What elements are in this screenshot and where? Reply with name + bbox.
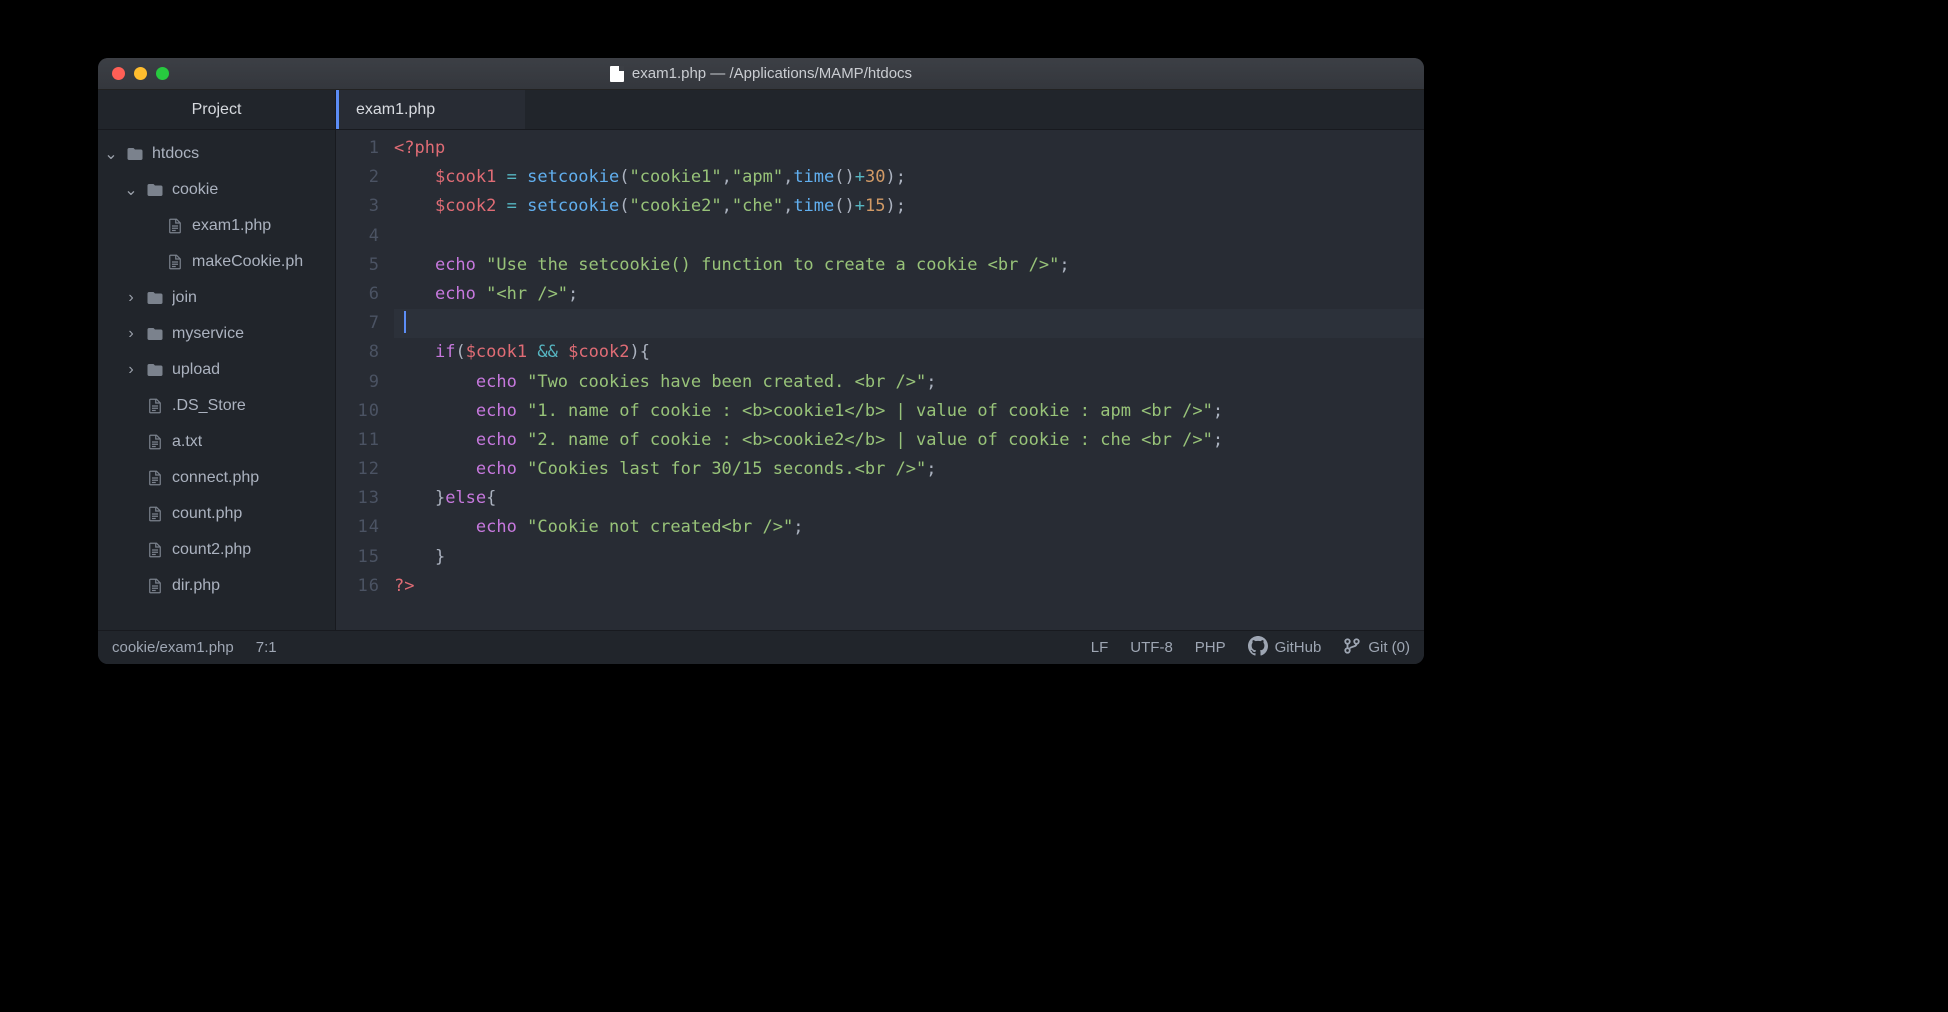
folder-icon <box>146 361 164 379</box>
tree-file[interactable]: connect.php <box>98 460 335 496</box>
status-git[interactable]: Git (0) <box>1343 637 1410 659</box>
folder-icon <box>146 289 164 307</box>
file-icon <box>146 469 164 487</box>
code-line[interactable]: echo "<hr />"; <box>394 280 1424 309</box>
code-line[interactable] <box>394 309 1424 338</box>
code-line[interactable]: echo "Cookie not created<br />"; <box>394 513 1424 542</box>
tree-folder[interactable]: › join <box>98 280 335 316</box>
line-gutter: 12345678910111213141516 <box>336 130 394 630</box>
tree-file[interactable]: a.txt <box>98 424 335 460</box>
code-line[interactable]: } <box>394 543 1424 572</box>
tree-item-label: a.txt <box>172 433 202 451</box>
editor-window: exam1.php — /Applications/MAMP/htdocs Pr… <box>98 58 1424 664</box>
tree-item-label: count.php <box>172 505 242 523</box>
file-icon <box>610 66 624 82</box>
file-icon <box>146 433 164 451</box>
tree-file[interactable]: dir.php <box>98 568 335 604</box>
code-line[interactable]: echo "Cookies last for 30/15 seconds.<br… <box>394 455 1424 484</box>
file-icon <box>146 577 164 595</box>
status-bar: cookie/exam1.php 7:1 LF UTF-8 PHP GitHub… <box>98 630 1424 664</box>
tree-folder[interactable]: › myservice <box>98 316 335 352</box>
tree-item-label: exam1.php <box>192 217 271 235</box>
project-sidebar: Project ⌄ htdocs ⌄ cookie exam1.php makeCooki… <box>98 90 336 630</box>
github-icon <box>1248 636 1268 660</box>
code-editor[interactable]: 12345678910111213141516 <?php $cook1 = s… <box>336 130 1424 630</box>
tree-folder[interactable]: › upload <box>98 352 335 388</box>
status-path[interactable]: cookie/exam1.php <box>112 639 234 656</box>
git-branch-icon <box>1343 637 1361 659</box>
code-line[interactable] <box>394 222 1424 251</box>
chevron-down-icon: ⌄ <box>104 144 118 164</box>
tree-file[interactable]: makeCookie.ph <box>98 244 335 280</box>
status-eol[interactable]: LF <box>1091 639 1109 656</box>
text-cursor <box>404 311 406 333</box>
tab-label: exam1.php <box>356 101 435 119</box>
code-line[interactable]: echo "2. name of cookie : <b>cookie2</b>… <box>394 426 1424 455</box>
tree-item-label: dir.php <box>172 577 220 595</box>
code-line[interactable]: ?> <box>394 572 1424 601</box>
tree-file[interactable]: count2.php <box>98 532 335 568</box>
sidebar-header: Project <box>98 90 335 130</box>
tree-item-label: myservice <box>172 325 244 343</box>
tree-item-label: makeCookie.ph <box>192 253 303 271</box>
tab-bar[interactable]: exam1.php <box>336 90 1424 130</box>
code-line[interactable]: echo "Use the setcookie() function to cr… <box>394 251 1424 280</box>
tree-folder[interactable]: ⌄ htdocs <box>98 136 335 172</box>
tree-item-label: cookie <box>172 181 218 199</box>
file-icon <box>146 397 164 415</box>
tree-folder[interactable]: ⌄ cookie <box>98 172 335 208</box>
folder-icon <box>126 145 144 163</box>
tab-exam1[interactable]: exam1.php <box>336 90 525 129</box>
code-line[interactable]: <?php <box>394 134 1424 163</box>
file-icon <box>146 505 164 523</box>
status-cursor-pos[interactable]: 7:1 <box>256 639 277 656</box>
code-line[interactable]: echo "Two cookies have been created. <br… <box>394 368 1424 397</box>
code-line[interactable]: $cook2 = setcookie("cookie2","che",time(… <box>394 192 1424 221</box>
tree-item-label: htdocs <box>152 145 199 163</box>
chevron-right-icon: › <box>124 325 138 343</box>
tree-item-label: count2.php <box>172 541 251 559</box>
file-icon <box>166 253 184 271</box>
status-github[interactable]: GitHub <box>1248 636 1322 660</box>
chevron-right-icon: › <box>124 289 138 307</box>
folder-icon <box>146 181 164 199</box>
code-line[interactable]: $cook1 = setcookie("cookie1","apm",time(… <box>394 163 1424 192</box>
code-line[interactable]: }else{ <box>394 484 1424 513</box>
chevron-down-icon: ⌄ <box>124 180 138 200</box>
tree-item-label: connect.php <box>172 469 259 487</box>
tree-file[interactable]: exam1.php <box>98 208 335 244</box>
editor-main: exam1.php 12345678910111213141516 <?php … <box>336 90 1424 630</box>
status-language[interactable]: PHP <box>1195 639 1226 656</box>
file-icon <box>166 217 184 235</box>
github-label: GitHub <box>1275 639 1322 656</box>
code-line[interactable]: if($cook1 && $cook2){ <box>394 338 1424 367</box>
window-title: exam1.php — /Applications/MAMP/htdocs <box>98 65 1424 82</box>
status-encoding[interactable]: UTF-8 <box>1130 639 1173 656</box>
file-icon <box>146 541 164 559</box>
tree-item-label: join <box>172 289 197 307</box>
folder-icon <box>146 325 164 343</box>
code-line[interactable]: echo "1. name of cookie : <b>cookie1</b>… <box>394 397 1424 426</box>
tree-file[interactable]: .DS_Store <box>98 388 335 424</box>
code-area[interactable]: <?php $cook1 = setcookie("cookie1","apm"… <box>394 134 1424 601</box>
git-label: Git (0) <box>1368 639 1410 656</box>
tree-item-label: .DS_Store <box>172 397 246 415</box>
tree-item-label: upload <box>172 361 220 379</box>
window-title-text: exam1.php — /Applications/MAMP/htdocs <box>632 65 912 82</box>
titlebar[interactable]: exam1.php — /Applications/MAMP/htdocs <box>98 58 1424 90</box>
tree-file[interactable]: count.php <box>98 496 335 532</box>
file-tree[interactable]: ⌄ htdocs ⌄ cookie exam1.php makeCookie.ph › joi… <box>98 130 335 630</box>
chevron-right-icon: › <box>124 361 138 379</box>
